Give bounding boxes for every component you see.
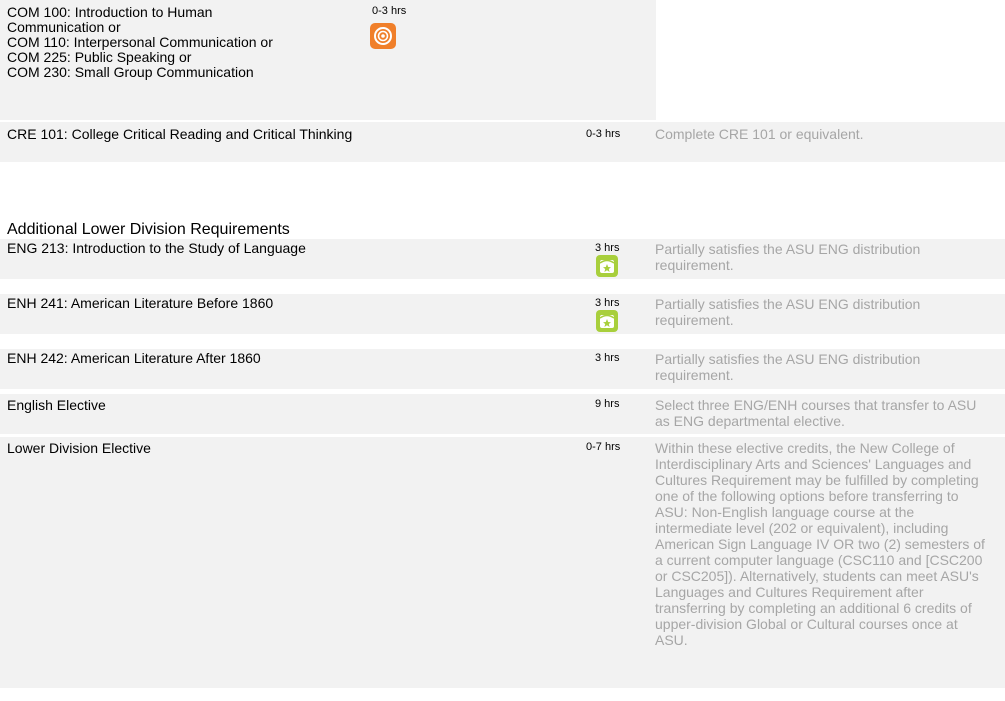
course-title: CRE 101: College Critical Reading and Cr… [7,126,353,142]
section-heading: Additional Lower Division Requirements [7,221,290,238]
credit-hours: 0-7 hrs [586,441,621,453]
course-note: Partially satisfies the ASU ENG distribu… [655,296,921,328]
course-line: COM 110: Interpersonal Communication or [7,34,273,50]
green-star-badge-icon [596,310,618,332]
course-note: Partially satisfies the ASU ENG distribu… [655,241,921,273]
course-title: English Elective [7,397,106,413]
course-line: COM 100: Introduction to Human [7,4,213,20]
course-line: COM 225: Public Speaking or [7,49,192,65]
course-title: COM 100: Introduction to Human Communica… [7,5,337,80]
course-title: ENH 242: American Literature After 1860 [7,350,261,366]
credit-hours: 3 hrs [595,352,620,364]
course-title: Lower Division Elective [7,440,151,456]
course-title: ENG 213: Introduction to the Study of La… [7,240,306,256]
course-title: ENH 241: American Literature Before 1860 [7,295,274,311]
course-note: Select three ENG/ENH courses that transf… [655,397,977,429]
credit-hours: 3 hrs [595,297,620,309]
green-star-badge-icon [596,255,618,277]
course-note: Complete CRE 101 or equivalent. [655,126,864,142]
orange-circle-target-icon [370,23,396,49]
course-note: Within these elective credits, the New C… [655,440,985,648]
credit-hours: 0-3 hrs [586,128,621,140]
credit-hours: 0-3 hrs [372,5,407,17]
course-note: Partially satisfies the ASU ENG distribu… [655,351,921,383]
course-line: Communication or [7,19,121,35]
credit-hours: 3 hrs [595,242,620,254]
credit-hours: 9 hrs [595,398,620,410]
course-line: COM 230: Small Group Communication [7,64,254,80]
